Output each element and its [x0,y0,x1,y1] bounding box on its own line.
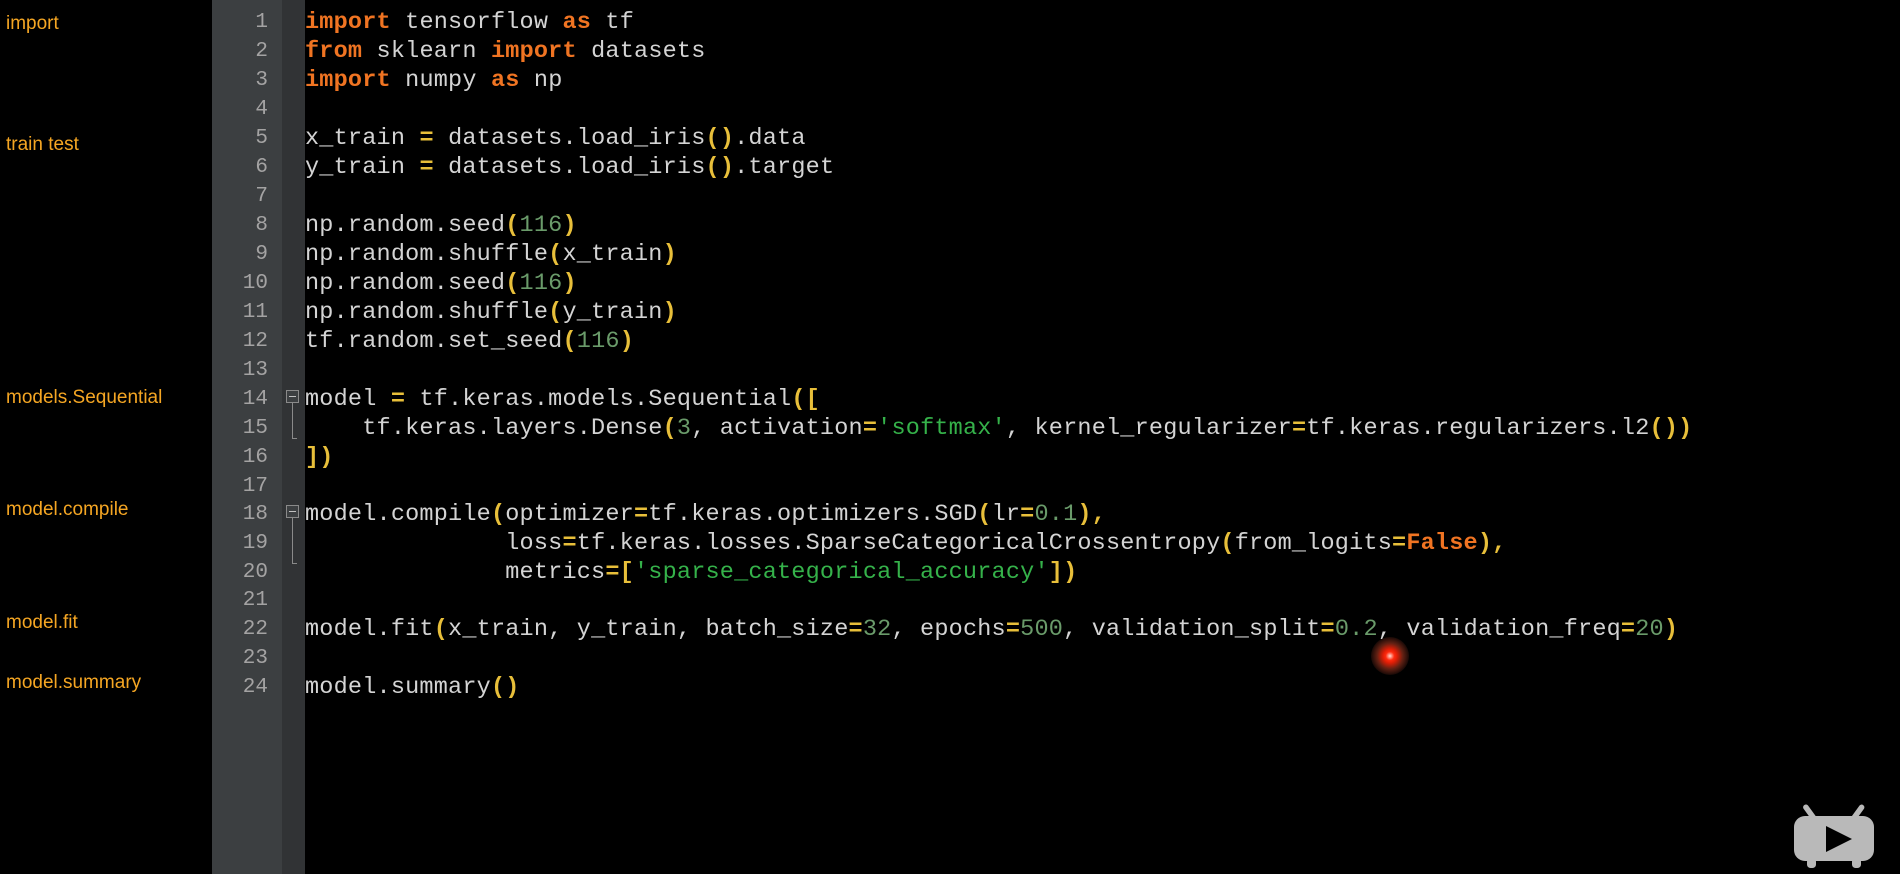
line-number[interactable]: 7 [212,182,268,211]
fold-range-end-line-14 [292,438,297,439]
fold-range-line-18 [292,518,293,564]
code-line-15[interactable]: tf.keras.layers.Dense(3, activation='sof… [305,414,1692,443]
line-number[interactable]: 14 [212,385,268,414]
line-number[interactable]: 18 [212,500,268,529]
annotation-model-fit: model.fit [6,612,78,633]
line-number[interactable]: 19 [212,529,268,558]
code-line-8[interactable]: np.random.seed(116) [305,211,577,240]
code-line-5[interactable]: x_train = datasets.load_iris().data [305,124,806,153]
line-number[interactable]: 10 [212,269,268,298]
annotation-model-summary: model.summary [6,672,142,693]
line-number[interactable]: 24 [212,673,268,702]
line-number[interactable]: 4 [212,95,268,124]
line-number[interactable]: 13 [212,356,268,385]
line-number[interactable]: 12 [212,327,268,356]
code-line-11[interactable]: np.random.shuffle(y_train) [305,298,677,327]
code-line-16[interactable]: ]) [305,443,334,472]
code-line-18[interactable]: model.compile(optimizer=tf.keras.optimiz… [305,500,1106,529]
line-number[interactable]: 2 [212,37,268,66]
code-line-9[interactable]: np.random.shuffle(x_train) [305,240,677,269]
fold-toggle-icon-line-18[interactable] [286,505,299,518]
line-number[interactable]: 23 [212,644,268,673]
code-line-19[interactable]: loss=tf.keras.losses.SparseCategoricalCr… [305,529,1506,558]
line-number[interactable]: 6 [212,153,268,182]
annotation-model-compile: model.compile [6,499,129,520]
code-line-10[interactable]: np.random.seed(116) [305,269,577,298]
annotation-models-sequential: models.Sequential [6,387,163,408]
code-line-1[interactable]: import tensorflow as tf [305,8,634,37]
line-number[interactable]: 16 [212,443,268,472]
annotation-import: import [6,13,59,34]
line-number[interactable]: 3 [212,66,268,95]
fold-range-end-line-18 [292,563,297,564]
code-line-20[interactable]: metrics=['sparse_categorical_accuracy']) [305,558,1077,587]
code-line-2[interactable]: from sklearn import datasets [305,37,706,66]
line-number[interactable]: 22 [212,615,268,644]
code-content-area[interactable]: 1 import tensorflow as tf 2 from sklearn… [212,0,1900,874]
line-number[interactable]: 15 [212,414,268,443]
annotation-column: import train test models.Sequential mode… [0,0,212,874]
line-number[interactable]: 9 [212,240,268,269]
code-line-24[interactable]: model.summary() [305,673,520,702]
code-editor[interactable]: 1 import tensorflow as tf 2 from sklearn… [212,0,1900,874]
screen-root: import train test models.Sequential mode… [0,0,1900,874]
tv-play-logo-icon [1790,800,1878,868]
line-number[interactable]: 5 [212,124,268,153]
line-number[interactable]: 1 [212,8,268,37]
line-number[interactable]: 20 [212,558,268,587]
code-line-12[interactable]: tf.random.set_seed(116) [305,327,634,356]
code-line-6[interactable]: y_train = datasets.load_iris().target [305,153,834,182]
line-number[interactable]: 8 [212,211,268,240]
fold-range-line-14 [292,403,293,439]
line-number[interactable]: 21 [212,586,268,615]
fold-toggle-icon-line-14[interactable] [286,390,299,403]
code-line-14[interactable]: model = tf.keras.models.Sequential([ [305,385,820,414]
code-line-3[interactable]: import numpy as np [305,66,563,95]
line-number[interactable]: 11 [212,298,268,327]
annotation-train-test: train test [6,134,79,155]
code-line-22[interactable]: model.fit(x_train, y_train, batch_size=3… [305,615,1678,644]
recording-dot-icon [1371,637,1409,675]
line-number[interactable]: 17 [212,472,268,501]
